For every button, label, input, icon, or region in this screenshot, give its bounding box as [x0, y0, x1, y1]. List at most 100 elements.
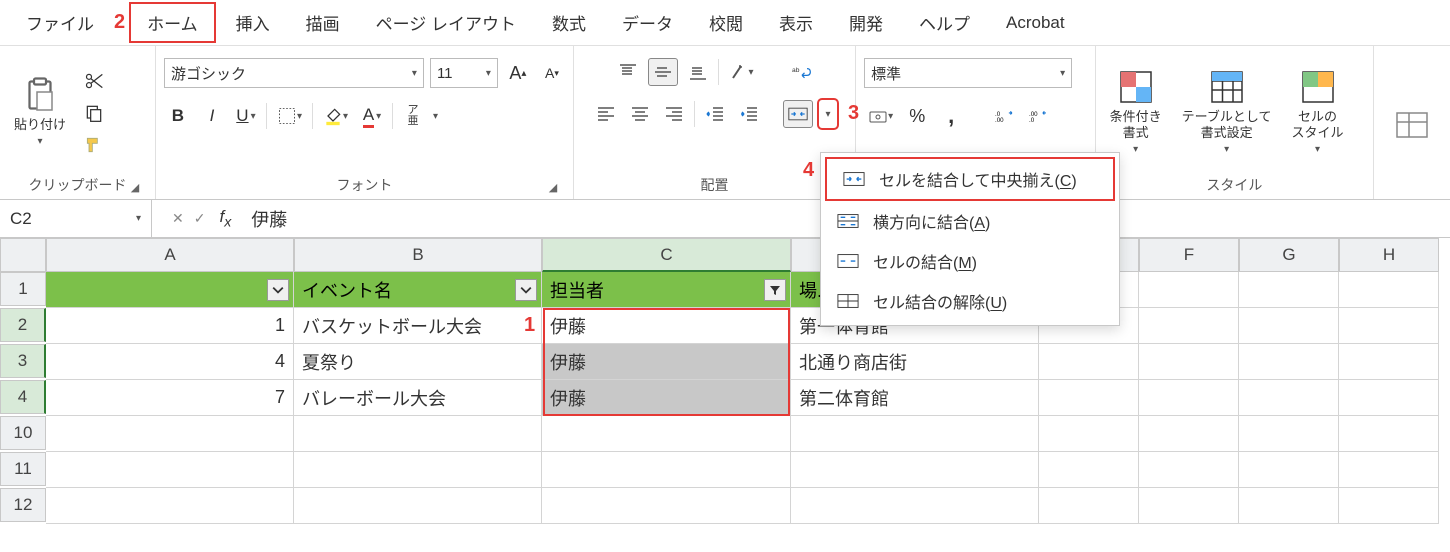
row-header-11[interactable]: 11: [0, 452, 46, 486]
filter-button[interactable]: [267, 279, 289, 301]
merge-dropdown-button[interactable]: ▾: [819, 100, 837, 128]
tab-home[interactable]: ホーム: [129, 2, 216, 43]
cell-H10[interactable]: [1339, 416, 1439, 452]
increase-decimal-button[interactable]: .0.00: [991, 102, 1019, 130]
tab-developer[interactable]: 開発: [833, 4, 899, 41]
merge-cells-item[interactable]: セルの結合(M): [821, 241, 1119, 281]
cell-H2[interactable]: [1339, 308, 1439, 344]
cell-styles-button[interactable]: セルの スタイル▾: [1286, 65, 1350, 160]
col-header-F[interactable]: F: [1139, 238, 1239, 272]
cell-E10[interactable]: [1039, 416, 1139, 452]
row-header-1[interactable]: 1: [0, 272, 46, 306]
cell-G10[interactable]: [1239, 416, 1339, 452]
cell-F1[interactable]: [1139, 272, 1239, 308]
cell-C1[interactable]: 担当者: [542, 272, 791, 308]
more-button[interactable]: [1382, 103, 1442, 147]
cell-G11[interactable]: [1239, 452, 1339, 488]
cell-E3[interactable]: [1039, 344, 1139, 380]
enter-formula-icon[interactable]: ✓: [194, 210, 206, 227]
cell-C11[interactable]: [542, 452, 791, 488]
col-header-H[interactable]: H: [1339, 238, 1439, 272]
paste-button[interactable]: 貼り付け ▾: [8, 73, 72, 153]
cell-C3[interactable]: 伊藤: [542, 344, 791, 380]
cell-B10[interactable]: [294, 416, 542, 452]
font-color-button[interactable]: A▾: [358, 102, 386, 130]
align-center-button[interactable]: [626, 100, 654, 128]
align-middle-button[interactable]: [648, 58, 678, 86]
cell-F11[interactable]: [1139, 452, 1239, 488]
cell-H4[interactable]: [1339, 380, 1439, 416]
row-header-3[interactable]: 3: [0, 344, 46, 378]
cell-G2[interactable]: [1239, 308, 1339, 344]
cell-F4[interactable]: [1139, 380, 1239, 416]
select-all-corner[interactable]: [0, 238, 46, 272]
cell-F2[interactable]: [1139, 308, 1239, 344]
tab-formulas[interactable]: 数式: [536, 4, 602, 41]
cell-H11[interactable]: [1339, 452, 1439, 488]
row-header-2[interactable]: 2: [0, 308, 46, 342]
col-header-B[interactable]: B: [294, 238, 542, 272]
increase-font-button[interactable]: A▴: [504, 59, 532, 87]
cell-A4[interactable]: 7: [46, 380, 294, 416]
decrease-decimal-button[interactable]: .00.0: [1025, 102, 1053, 130]
decrease-font-button[interactable]: A▾: [538, 59, 566, 87]
cell-B11[interactable]: [294, 452, 542, 488]
cell-E12[interactable]: [1039, 488, 1139, 524]
dialog-launcher-clipboard[interactable]: ◢: [127, 179, 143, 195]
merge-center-button[interactable]: [783, 100, 813, 128]
align-right-button[interactable]: [660, 100, 688, 128]
merge-across-item[interactable]: 横方向に結合(A): [821, 201, 1119, 241]
cell-B4[interactable]: バレーボール大会: [294, 380, 542, 416]
decrease-indent-button[interactable]: [701, 100, 729, 128]
cell-A11[interactable]: [46, 452, 294, 488]
underline-button[interactable]: U▾: [232, 102, 260, 130]
row-header-10[interactable]: 10: [0, 416, 46, 450]
tab-help[interactable]: ヘルプ: [903, 4, 986, 41]
cell-B12[interactable]: [294, 488, 542, 524]
cell-A2[interactable]: 1: [46, 308, 294, 344]
dialog-launcher-font[interactable]: ◢: [545, 179, 561, 195]
filter-button-active[interactable]: [764, 279, 786, 301]
tab-acrobat[interactable]: Acrobat: [990, 7, 1081, 39]
cell-H3[interactable]: [1339, 344, 1439, 380]
format-painter-button[interactable]: [80, 131, 108, 159]
copy-button[interactable]: [80, 99, 108, 127]
align-top-button[interactable]: [614, 58, 642, 86]
unmerge-cells-item[interactable]: セル結合の解除(U): [821, 281, 1119, 321]
comma-button[interactable]: ,: [937, 102, 965, 130]
fill-color-button[interactable]: ▾: [319, 102, 352, 130]
cell-G12[interactable]: [1239, 488, 1339, 524]
merge-and-center-item[interactable]: セルを結合して中央揃え(C): [827, 159, 1113, 199]
bold-button[interactable]: B: [164, 102, 192, 130]
tab-page-layout[interactable]: ページ レイアウト: [360, 4, 532, 41]
cell-H1[interactable]: [1339, 272, 1439, 308]
font-name-select[interactable]: 游ゴシック▾: [164, 58, 424, 88]
cell-G4[interactable]: [1239, 380, 1339, 416]
cell-H12[interactable]: [1339, 488, 1439, 524]
row-header-12[interactable]: 12: [0, 488, 46, 522]
conditional-format-button[interactable]: 条件付き 書式▾: [1104, 65, 1168, 160]
tab-data[interactable]: データ: [606, 4, 689, 41]
cell-B2[interactable]: バスケットボール大会: [294, 308, 542, 344]
tab-review[interactable]: 校閲: [693, 4, 759, 41]
cell-F3[interactable]: [1139, 344, 1239, 380]
cell-C10[interactable]: [542, 416, 791, 452]
tab-draw[interactable]: 描画: [290, 4, 356, 41]
col-header-G[interactable]: G: [1239, 238, 1339, 272]
phonetic-button[interactable]: ア 亜: [399, 102, 427, 130]
align-bottom-button[interactable]: [684, 58, 712, 86]
cell-E4[interactable]: [1039, 380, 1139, 416]
cell-D4[interactable]: 第二体育館: [791, 380, 1039, 416]
percent-button[interactable]: %: [903, 102, 931, 130]
cell-B3[interactable]: 夏祭り: [294, 344, 542, 380]
cell-A1[interactable]: [46, 272, 294, 308]
cell-D3[interactable]: 北通り商店街: [791, 344, 1039, 380]
filter-button[interactable]: [515, 279, 537, 301]
col-header-A[interactable]: A: [46, 238, 294, 272]
wrap-text-button[interactable]: ab: [788, 58, 816, 86]
italic-button[interactable]: I: [198, 102, 226, 130]
cell-G3[interactable]: [1239, 344, 1339, 380]
cell-C12[interactable]: [542, 488, 791, 524]
cell-D11[interactable]: [791, 452, 1039, 488]
orientation-button[interactable]: ▾: [725, 58, 758, 86]
